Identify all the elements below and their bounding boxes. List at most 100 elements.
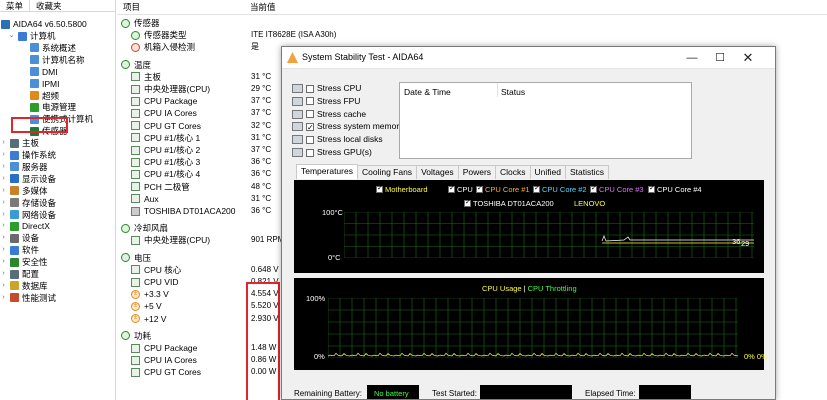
expander-icon[interactable] (20, 66, 27, 78)
tree-item-overclock[interactable]: 超频 (20, 90, 59, 102)
category-row[interactable]: 温度 (121, 59, 151, 71)
stress-option-disk[interactable]: Stress local disks (292, 133, 383, 146)
expander-icon[interactable]: › (0, 256, 7, 268)
sensor-row[interactable]: CPU VID (131, 276, 178, 288)
expander-icon[interactable]: › (0, 137, 7, 149)
sensor-row[interactable]: ± +3.3 V (131, 288, 169, 300)
expander-icon[interactable]: › (0, 292, 7, 304)
sensor-row[interactable]: CPU Package (131, 342, 197, 354)
stress-option-memory[interactable]: Stress system memory (292, 120, 403, 134)
expander-icon[interactable]: › (0, 220, 7, 232)
legend-checkbox[interactable] (376, 184, 383, 193)
tab-menu[interactable]: 菜单 (0, 0, 29, 11)
sensor-row[interactable]: CPU #1/核心 3 (131, 156, 200, 168)
temp-legend-item[interactable]: CPU (448, 184, 473, 194)
expander-icon[interactable] (20, 101, 27, 113)
tree-item-os[interactable]: › 操作系统 (0, 149, 56, 161)
temp-legend-item[interactable]: TOSHIBA DT01ACA200 (464, 198, 554, 208)
sensor-row[interactable]: Aux (131, 193, 159, 205)
sensor-row[interactable]: CPU #1/核心 2 (131, 144, 200, 156)
sensor-row[interactable]: CPU IA Cores (131, 354, 197, 366)
sensor-row[interactable]: CPU GT Cores (131, 366, 201, 378)
column-header-item[interactable]: 项目 (123, 2, 140, 13)
expander-icon[interactable]: › (0, 173, 7, 185)
expander-icon[interactable]: › (0, 280, 7, 292)
sensor-row[interactable]: TOSHIBA DT01ACA200 (131, 205, 236, 217)
stress-option-fpu[interactable]: Stress FPU (292, 95, 360, 108)
tree-item-display[interactable]: › 显示设备 (0, 173, 56, 185)
category-row[interactable]: 传感器 (121, 17, 160, 29)
sensor-row[interactable]: CPU Package (131, 95, 197, 107)
tree-item-security[interactable]: › 安全性 (0, 256, 47, 268)
tree-item-devices[interactable]: › 设备 (0, 232, 39, 244)
expander-icon[interactable]: › (0, 232, 7, 244)
sensor-row[interactable]: CPU #1/核心 1 (131, 132, 200, 144)
legend-checkbox[interactable] (476, 184, 483, 193)
category-row[interactable]: 电压 (121, 252, 151, 264)
stress-option-gpu[interactable]: Stress GPU(s) (292, 146, 372, 159)
expander-icon[interactable] (20, 54, 27, 66)
tree-item-multimedia[interactable]: › 多媒体 (0, 185, 47, 197)
tab-cooling-fans[interactable]: Cooling Fans (356, 165, 418, 179)
tree-item-storage[interactable]: › 存储设备 (0, 197, 56, 209)
tree-item-computer[interactable]: ⌄ 计算机 (8, 30, 56, 42)
tree-item-server[interactable]: › 服务器 (0, 161, 47, 173)
tree-item-ipmi[interactable]: IPMI (20, 78, 59, 90)
tree-item-computer-name[interactable]: 计算机名称 (20, 54, 85, 66)
maximize-button[interactable]: ☐ (706, 47, 734, 69)
sensor-row[interactable]: ± +12 V (131, 313, 166, 325)
tree-item-network[interactable]: › 网络设备 (0, 209, 56, 221)
legend-checkbox[interactable] (590, 184, 597, 193)
tab-voltages[interactable]: Voltages (416, 165, 459, 179)
expander-icon[interactable]: › (0, 185, 7, 197)
tab-clocks[interactable]: Clocks (495, 165, 531, 179)
expander-icon[interactable]: › (0, 149, 7, 161)
sensor-row[interactable]: ± +5 V (131, 300, 162, 312)
stress-checkbox[interactable] (306, 84, 314, 93)
sensor-row[interactable]: 机箱入侵检测 (131, 41, 195, 53)
legend-checkbox[interactable] (648, 184, 655, 193)
expander-icon[interactable]: › (0, 268, 7, 280)
tree-item-benchmark[interactable]: › 性能测试 (0, 292, 56, 304)
legend-checkbox[interactable] (533, 184, 540, 193)
sensor-row[interactable]: PCH 二极管 (131, 181, 190, 193)
sensor-row[interactable]: CPU GT Cores (131, 120, 201, 132)
sensor-row[interactable]: CPU #1/核心 4 (131, 168, 200, 180)
expander-icon[interactable] (20, 90, 27, 102)
sensor-row[interactable]: 主板 (131, 71, 161, 83)
stress-checkbox[interactable] (306, 148, 314, 157)
tree-item-database[interactable]: › 数据库 (0, 280, 47, 292)
temp-legend-item[interactable]: LENOVO (574, 199, 605, 208)
temp-legend-item[interactable]: Motherboard (376, 184, 428, 194)
tab-powers[interactable]: Powers (457, 165, 497, 179)
category-row[interactable]: 冷却风扇 (121, 222, 168, 234)
tab-statistics[interactable]: Statistics (565, 165, 610, 179)
sensor-row[interactable]: CPU IA Cores (131, 107, 197, 119)
legend-checkbox[interactable] (448, 184, 455, 193)
stress-option-cpu[interactable]: Stress CPU (292, 82, 361, 95)
temp-legend-item[interactable]: CPU Core #2 (533, 184, 587, 194)
expander-icon[interactable] (20, 42, 27, 54)
sensor-row[interactable]: 中央处理器(CPU) (131, 234, 210, 246)
log-col-date[interactable]: Date & Time (404, 87, 451, 97)
expander-icon[interactable]: ⌄ (8, 30, 15, 42)
minimize-button[interactable]: — (678, 47, 706, 69)
sensor-row[interactable]: 中央处理器(CPU) (131, 83, 210, 95)
stress-option-cache[interactable]: Stress cache (292, 108, 366, 121)
expander-icon[interactable]: › (0, 244, 7, 256)
category-row[interactable]: 功耗 (121, 330, 151, 342)
expander-icon[interactable] (20, 78, 27, 90)
tree-item-power[interactable]: 电源管理 (20, 101, 76, 113)
temp-legend-item[interactable]: CPU Core #3 (590, 184, 644, 194)
temp-legend-item[interactable]: CPU Core #4 (648, 184, 702, 194)
stress-checkbox[interactable] (306, 121, 314, 134)
temp-legend-item[interactable]: CPU Core #1 (476, 184, 530, 194)
tab-unified[interactable]: Unified (529, 165, 567, 179)
tree-item-directx[interactable]: › DirectX (0, 220, 50, 232)
tree-item-overview[interactable]: 系统概述 (20, 42, 76, 54)
tree-item-config[interactable]: › 配置 (0, 268, 39, 280)
legend-checkbox[interactable] (464, 198, 471, 207)
log-col-status[interactable]: Status (501, 87, 525, 97)
tree-item-motherboard[interactable]: › 主板 (0, 137, 39, 149)
sensor-row[interactable]: 传感器类型 (131, 29, 187, 41)
